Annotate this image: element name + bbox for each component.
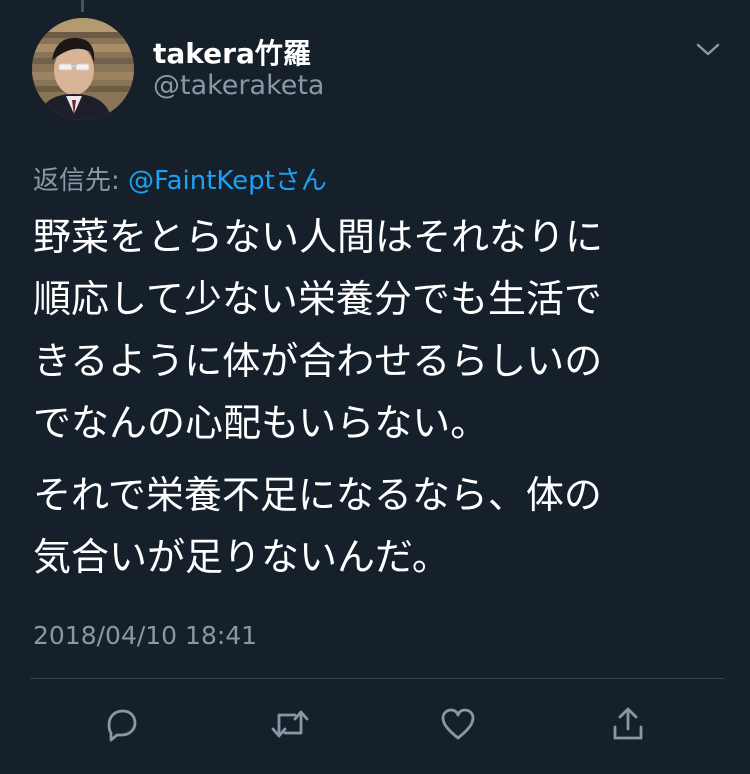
heart-icon — [441, 708, 475, 740]
chevron-down-icon[interactable] — [694, 38, 722, 60]
reply-bubble-icon — [107, 709, 137, 742]
thread-connector-line — [81, 0, 84, 12]
tweet-line: 野菜をとらない人間はそれなりに — [33, 215, 604, 259]
tweet-timestamp[interactable]: 2018/04/10 18:41 — [33, 621, 257, 650]
reply-context: 返信先: @FaintKeptさん — [33, 160, 327, 197]
tweet-line: それで栄養不足になるなら、体の — [33, 473, 602, 517]
tweet-line: 気合いが足りないんだ。 — [33, 535, 450, 579]
retweet-icon — [271, 710, 309, 738]
reply-mention-link[interactable]: @FaintKeptさん — [128, 166, 327, 196]
reply-button[interactable] — [100, 704, 140, 744]
retweet-button[interactable] — [270, 704, 310, 744]
avatar-photo — [32, 18, 134, 120]
divider — [30, 678, 724, 679]
tweet-line: きるように体が合わせるらしいの — [33, 339, 603, 383]
avatar[interactable] — [32, 18, 134, 120]
tweet-text: 野菜をとらない人間はそれなりに 順応して少ない栄養分でも生活で きるように体が合… — [33, 206, 723, 588]
user-handle[interactable]: @takeraketa — [153, 70, 324, 101]
tweet-line: でなんの心配もいらない。 — [33, 401, 489, 445]
tweet-line: 順応して少ない栄養分でも生活で — [33, 277, 602, 321]
display-name[interactable]: takera竹羅 — [153, 32, 311, 72]
reply-prefix-label: 返信先: — [33, 166, 129, 196]
like-button[interactable] — [438, 704, 478, 744]
share-button[interactable] — [608, 704, 648, 744]
share-icon — [613, 707, 643, 740]
